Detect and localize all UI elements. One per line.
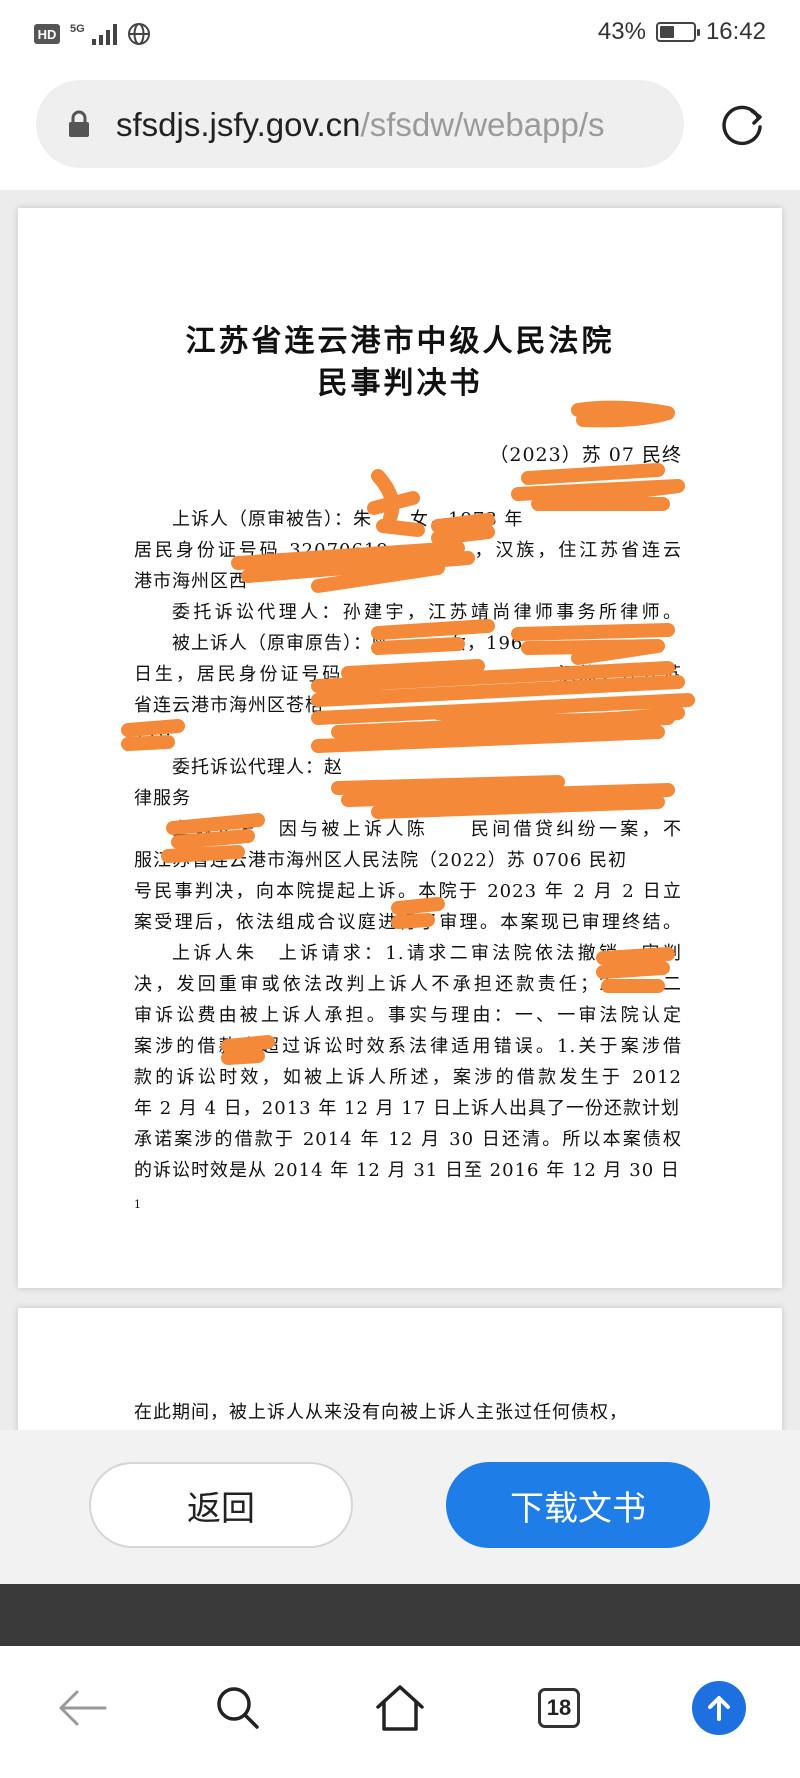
status-left: HD 5G: [34, 22, 151, 46]
nav-home-button[interactable]: [370, 1678, 430, 1738]
status-right: 43% 16:42: [598, 18, 766, 46]
action-bar: 返回 下载文书: [0, 1430, 800, 1584]
home-icon: [376, 1685, 424, 1731]
nav-tabs-button[interactable]: 18: [529, 1678, 589, 1738]
battery-percent: 43%: [597, 18, 646, 45]
arrow-up-icon: [692, 1681, 746, 1735]
nav-scroll-top-button[interactable]: [689, 1678, 749, 1738]
document-page-2: 在此期间，被上诉人从来没有向被上诉人主张过任何债权，: [18, 1308, 782, 1430]
arrow-left-icon: [59, 1690, 107, 1726]
search-icon: [217, 1687, 259, 1729]
back-button[interactable]: 返回: [89, 1462, 353, 1548]
url-text[interactable]: sfsdjs.jsfy.gov.cn/sfsdw/webapp/s: [116, 102, 666, 148]
download-document-button[interactable]: 下载文书: [446, 1462, 710, 1548]
clock: 16:42: [705, 18, 766, 45]
status-bar: HD 5G 43% 16:42: [0, 0, 800, 72]
document-viewer[interactable]: 江苏省连云港市中级人民法院 民事判决书 （2023）苏 07 民终 上诉人（原审…: [0, 190, 800, 1430]
hd-badge: HD: [34, 24, 60, 44]
body-line: 在此期间，被上诉人从来没有向被上诉人主张过任何债权，: [134, 1402, 628, 1423]
nav-search-button[interactable]: [208, 1678, 268, 1738]
url-path: /sfsdw/webapp/s: [360, 106, 605, 143]
lock-icon: [69, 110, 89, 137]
browser-nav-bar: 18: [0, 1646, 800, 1778]
network-type-label: 5G: [70, 23, 85, 35]
signal-icon: 5G: [70, 23, 117, 45]
document-page-1: 江苏省连云港市中级人民法院 民事判决书 （2023）苏 07 民终 上诉人（原审…: [18, 208, 782, 1288]
globe-icon: [128, 23, 150, 45]
battery-icon: [655, 22, 700, 42]
divider-band: [0, 1584, 800, 1646]
url-host: sfsdjs.jsfy.gov.cn: [116, 106, 361, 143]
nav-back-button[interactable]: [52, 1678, 112, 1738]
reload-icon[interactable]: [714, 97, 770, 153]
tabs-count: 18: [538, 1688, 580, 1728]
redaction-marks: [121, 400, 695, 1065]
page-number: 1: [134, 1198, 141, 1211]
address-bar[interactable]: sfsdjs.jsfy.gov.cn/sfsdw/webapp/s: [36, 80, 684, 168]
